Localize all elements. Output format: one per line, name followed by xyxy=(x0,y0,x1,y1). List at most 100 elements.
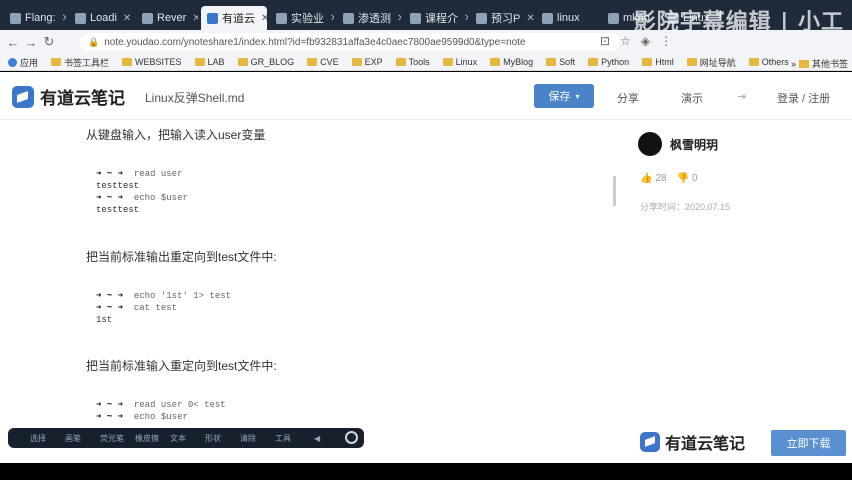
browser-tab[interactable]: 课程介 ✕ xyxy=(404,6,468,30)
bookmark-item[interactable]: 网址导航 xyxy=(686,56,736,69)
browser-tab[interactable]: Rever ✕ xyxy=(136,6,198,30)
bookmark-label: LAB xyxy=(207,57,225,67)
folder-icon xyxy=(748,58,759,66)
favicon-icon xyxy=(542,12,553,24)
shell-output: 1st xyxy=(96,315,113,325)
bookmark-item[interactable]: GR_BLOG xyxy=(237,57,294,67)
forward-arrow-icon[interactable]: → xyxy=(22,35,40,50)
toolbar-shape[interactable]: 形状 xyxy=(205,433,240,444)
bookmark-item[interactable]: Soft xyxy=(546,57,575,67)
tab-label: 有道云 xyxy=(222,13,255,25)
browser-tab[interactable]: Flang: ✕ xyxy=(4,6,66,30)
toolbar-highlighter[interactable]: 荧光笔 xyxy=(100,433,135,444)
share-button[interactable]: 分享 xyxy=(617,90,639,106)
shell-prompt: ➜ ~ ➜ xyxy=(96,291,124,301)
browser-tab-active[interactable]: 有道云 ✕ xyxy=(201,6,267,30)
power-icon[interactable] xyxy=(345,431,358,444)
login-button[interactable]: 登录 / 注册 xyxy=(777,90,830,106)
scroll-indicator[interactable] xyxy=(613,176,616,206)
code-line: testtest xyxy=(96,180,188,192)
bookmark-item[interactable]: Html xyxy=(642,57,674,67)
browser-tab[interactable]: 预习P ✕ xyxy=(470,6,534,30)
section-heading: 从键盘输入，把输入读入user变量 xyxy=(86,128,266,142)
footer-logo[interactable]: 有道云笔记 xyxy=(640,430,745,454)
shell-prompt: ➜ ~ ➜ xyxy=(96,400,124,410)
exit-icon[interactable]: ⇥ xyxy=(737,90,746,103)
bookmark-item[interactable]: EXP xyxy=(351,57,383,67)
other-bookmarks-label: 其他书签 xyxy=(811,59,848,69)
bookmark-item[interactable]: Python xyxy=(588,57,629,67)
dislike-button[interactable]: 👎 0 xyxy=(677,173,698,184)
menu-icon[interactable]: ⋮ xyxy=(660,34,672,48)
bookmark-label: EXP xyxy=(364,57,383,67)
shell-command: echo $user xyxy=(133,412,188,422)
extension-icon[interactable]: ◈ xyxy=(641,34,650,48)
close-icon[interactable]: ✕ xyxy=(464,13,468,24)
author-info[interactable]: 枫雪明玥 xyxy=(638,132,718,156)
shell-prompt: ➜ ~ ➜ xyxy=(96,412,124,422)
chevron-down-icon: ▾ xyxy=(575,91,580,101)
toolbar-clear[interactable]: 清除 xyxy=(240,433,275,444)
toolbar-select[interactable]: 选择 xyxy=(30,433,65,444)
browser-tab[interactable]: linux xyxy=(536,6,590,30)
reload-icon[interactable]: ↻ xyxy=(40,34,58,50)
save-button[interactable]: 保存 ▾ xyxy=(534,84,594,108)
present-button[interactable]: 演示 xyxy=(681,90,703,106)
browser-tab[interactable]: 实验业 ✕ xyxy=(270,6,334,30)
bookmark-item[interactable]: Tools xyxy=(395,57,430,67)
close-icon[interactable]: ✕ xyxy=(397,13,401,24)
close-icon[interactable]: ✕ xyxy=(192,13,198,24)
translate-icon[interactable]: ⊡ xyxy=(600,34,610,48)
browser-tab-strip: Flang: ✕ Loadi ✕ Rever ✕ 有道云 ✕ 实验业 ✕ 渗透测 ✕ 课程介… xyxy=(0,0,852,35)
bookmark-item[interactable]: LAB xyxy=(194,57,225,67)
shell-prompt: ➜ ~ ➜ xyxy=(96,193,124,203)
shell-output: testtest xyxy=(96,181,140,191)
youdao-logo[interactable]: 有道云笔记 xyxy=(12,84,125,109)
bookmark-label: Others xyxy=(761,57,789,67)
close-icon[interactable]: ✕ xyxy=(123,13,131,24)
bookmark-item[interactable]: 书签工具栏 xyxy=(51,56,109,69)
close-icon[interactable]: ✕ xyxy=(330,13,334,24)
collapse-arrow-icon[interactable]: ◀ xyxy=(314,434,320,443)
bookmark-item[interactable]: MyBlog xyxy=(490,57,533,67)
toolbar-tools[interactable]: 工具 xyxy=(275,433,310,444)
browser-tab[interactable]: Loadi ✕ xyxy=(69,6,133,30)
code-line: ➜ ~ ➜ read user xyxy=(96,168,188,180)
other-bookmarks[interactable]: » 其他书签 xyxy=(791,57,848,70)
folder-icon xyxy=(351,58,362,66)
toolbar-pen[interactable]: 画笔 xyxy=(65,433,100,444)
tab-label: linux xyxy=(557,12,580,24)
browser-tab[interactable]: 渗透测 ✕ xyxy=(337,6,401,30)
bookmark-item[interactable]: WEBSITES xyxy=(122,57,182,67)
code-line: ➜ ~ ➜ cat test xyxy=(96,302,231,314)
letterbox-bar xyxy=(0,463,852,480)
tab-label: 实验业 xyxy=(291,13,324,25)
like-button[interactable]: 👍 28 xyxy=(640,173,667,184)
star-icon[interactable]: ☆ xyxy=(620,34,631,48)
more-bookmarks-icon: » xyxy=(790,58,796,69)
bookmark-item[interactable]: 应用 xyxy=(8,56,38,69)
section-heading: 把当前标准输出重定向到test文件中: xyxy=(86,250,277,264)
toolbar-text[interactable]: 文本 xyxy=(170,433,205,444)
download-button[interactable]: 立即下载 xyxy=(771,430,846,456)
bookmark-item[interactable]: Others xyxy=(748,57,789,67)
bookmark-item[interactable]: CVE xyxy=(307,57,339,67)
address-bar[interactable]: 🔒 note.youdao.com/ynoteshare1/index.html… xyxy=(80,33,620,51)
folder-icon xyxy=(546,58,557,66)
thumbs-down-icon: 👎 xyxy=(676,173,690,184)
close-icon[interactable]: ✕ xyxy=(62,13,66,24)
share-time: 分享时间：2020.07.15 xyxy=(640,202,731,212)
code-line: ➜ ~ ➜ echo $user xyxy=(96,192,188,204)
favicon-icon xyxy=(343,12,354,24)
tab-label: Rever xyxy=(157,12,187,24)
bookmark-item[interactable]: Linux xyxy=(442,57,477,67)
back-arrow-icon[interactable]: ← xyxy=(4,35,22,50)
favicon-icon xyxy=(207,12,218,24)
close-icon[interactable]: ✕ xyxy=(526,13,534,24)
shell-command: read user xyxy=(133,169,183,179)
close-icon[interactable]: ✕ xyxy=(261,13,267,24)
shell-command: cat test xyxy=(133,303,178,313)
bookmark-label: Python xyxy=(601,57,630,67)
toolbar-eraser[interactable]: 橡皮擦 xyxy=(135,433,170,444)
code-block: ➜ ~ ➜ read user 0< test ➜ ~ ➜ echo $user xyxy=(96,399,226,423)
